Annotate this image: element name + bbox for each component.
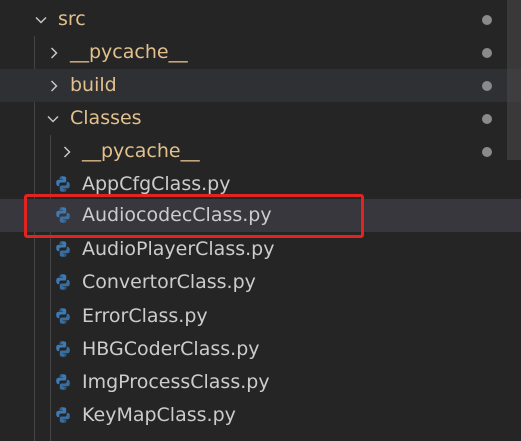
python-file-icon [56, 374, 70, 390]
modified-dot-icon [482, 80, 492, 91]
tree-item-label: ConvertorClass.py [82, 271, 256, 293]
python-file-icon [56, 176, 70, 192]
tree-item-label: HBGCoderClass.py [82, 338, 260, 360]
chevron-down-icon[interactable] [45, 111, 61, 127]
tree-item-file[interactable]: HBGCoderClass.py [0, 333, 521, 366]
chevron-down-icon[interactable] [33, 12, 49, 28]
python-file-icon [56, 308, 70, 324]
python-file-icon [56, 241, 70, 257]
tree-item-file[interactable]: ErrorClass.py [0, 300, 521, 333]
tree-item-file[interactable]: ConvertorClass.py [0, 266, 521, 299]
tree-item-classes[interactable]: Classes [0, 102, 521, 135]
modified-dot-icon [482, 47, 492, 58]
file-explorer: src __pycache__ build Classes __pycache_… [0, 0, 521, 441]
tree-item-pycache[interactable]: __pycache__ [0, 36, 521, 69]
tree-item-label: ErrorClass.py [82, 305, 208, 327]
tree-item-classes-pycache[interactable]: __pycache__ [0, 135, 521, 168]
tree-item-file[interactable]: KeyMapClass.py [0, 399, 521, 432]
tree-item-file[interactable]: AppCfgClass.py [0, 168, 521, 201]
python-file-icon [56, 341, 70, 357]
scrollbar-thumb[interactable] [507, 0, 521, 160]
tree-item-file-selected[interactable]: AudiocodecClass.py [0, 199, 521, 232]
tree-item-label: __pycache__ [70, 41, 188, 63]
tree-item-label: __pycache__ [82, 140, 200, 162]
modified-dot-icon [482, 146, 492, 157]
python-file-icon [56, 207, 70, 223]
tree-item-file[interactable]: ImgProcessClass.py [0, 366, 521, 399]
modified-dot-icon [482, 14, 492, 25]
tree-item-label: KeyMapClass.py [82, 404, 236, 426]
tree-item-label: AudiocodecClass.py [82, 204, 272, 226]
chevron-right-icon[interactable] [59, 144, 75, 160]
python-file-icon [56, 407, 70, 423]
tree-item-src[interactable]: src [0, 3, 521, 36]
tree-item-label: src [58, 8, 86, 30]
chevron-right-icon[interactable] [46, 45, 62, 61]
tree-item-file[interactable]: AudioPlayerClass.py [0, 233, 521, 266]
tree-item-build[interactable]: build [0, 69, 521, 102]
tree-item-label: build [70, 74, 117, 96]
tree-item-label: AppCfgClass.py [82, 173, 231, 195]
tree-item-label: Classes [70, 107, 142, 129]
tree-item-label: AudioPlayerClass.py [82, 238, 275, 260]
tree-item-label: ImgProcessClass.py [82, 371, 270, 393]
chevron-right-icon[interactable] [46, 78, 62, 94]
python-file-icon [56, 274, 70, 290]
modified-dot-icon [482, 113, 492, 124]
